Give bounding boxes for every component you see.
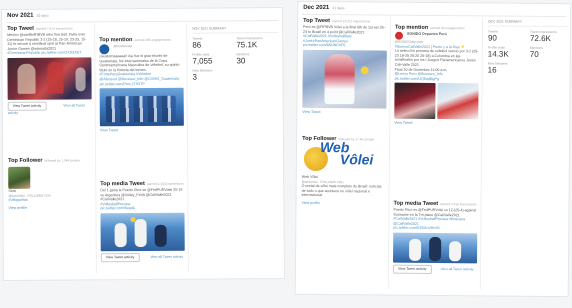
month-title: Dec 2021 [303, 4, 330, 12]
mention-link[interactable]: pic.twitter.com/UQ5qdj6gPg [395, 76, 479, 81]
stat-profile-visits: Profile visits 7,055 [192, 52, 213, 66]
mention-link[interactable]: pic.twitter.com/PcoL2TS3TP [100, 81, 184, 86]
top-follower-card: Top Follower followed by 1,044 people Sar… [8, 157, 92, 210]
mention-photo[interactable] [394, 83, 436, 120]
mention-avatar[interactable] [99, 44, 110, 55]
stat-mentions: Mentions 70 [529, 45, 543, 59]
stat-new-followers: New followers 3 [192, 68, 213, 82]
top-mention-card: Top mention earned 45 engagements SONIDO … [394, 25, 479, 127]
media-photo[interactable] [393, 232, 478, 264]
stat-mentions: Mentions 30 [236, 52, 250, 66]
mention-text: La selección peruana de voleibol venció … [394, 48, 479, 67]
summary-panel: NOV 2021 SUMMARY Tweets 86 Tweet impressi… [192, 26, 279, 87]
month-header: Dec 2021 31 days [303, 5, 344, 11]
stat-impressions: Tweet impressions 75.1K [236, 36, 263, 50]
top-tweet-link[interactable]: pic.twitter.com/8SUNDVF5 [303, 43, 387, 48]
view-tweet-link[interactable]: View Tweet [394, 121, 478, 126]
column-divider [94, 23, 97, 274]
mention-avatar[interactable] [394, 31, 404, 40]
mention-text: ¡Guatemaaaaaa!! Así fue el gran triunfo … [99, 53, 180, 73]
mention-handle: @Guatemala [113, 44, 133, 49]
column-divider [186, 22, 189, 273]
top-tweet-text: Mexico @wtolfedFIBVB wins fine ball. Inv… [7, 32, 87, 51]
summary-panel: DEC 2021 SUMMARY Tweets 90 Tweet impressi… [488, 19, 569, 80]
logo-word-volei: Vôlei [339, 151, 374, 168]
top-tweet-photo[interactable] [7, 57, 92, 100]
media-text: Del 1 gana la Puerto Rico se @FedPURVole… [100, 187, 183, 202]
tweet-activity-button[interactable]: View Tweet activity [392, 264, 432, 274]
follower-avatar[interactable] [8, 166, 31, 189]
stat-new-followers: New followers 16 [487, 61, 508, 75]
column-divider [387, 16, 392, 289]
top-follower-card: Top Follower followed by 17.4K people Web… [302, 136, 387, 206]
summary-header: DEC 2021 SUMMARY [488, 19, 569, 28]
media-link[interactable]: pic.twitter.com/EZ6GnVRmSi [393, 226, 477, 231]
media-link[interactable]: pic.twitter.com/l5eqAk [100, 206, 184, 211]
logo-word-web: Web [319, 139, 350, 156]
top-tweet-link[interactable]: #DominicanRepublic pic.twitter.com/2X3GX… [7, 51, 91, 56]
column-divider [479, 17, 484, 290]
tweet-activity-button[interactable]: View Tweet activity [7, 101, 47, 111]
mention-name[interactable]: SONIDO Deportes Perú [407, 32, 447, 36]
view-profile-link[interactable]: View profile [302, 201, 386, 206]
mention-photo[interactable] [99, 87, 184, 127]
month-title: Nov 2021 [7, 12, 34, 19]
header-divider [6, 20, 279, 23]
top-media-card: Top media Tweet earned 2,163 impressions … [100, 181, 185, 262]
nov-2021-report: Nov 2021 30 days Top Tweet earned 7,614 im… [1, 7, 285, 281]
dec-2021-report: Dec 2021 31 days Top Tweet earned 13,311 i… [294, 0, 572, 298]
top-tweet-photo[interactable] [302, 49, 387, 109]
view-all-activity-link[interactable]: View all Tweet activity [440, 267, 473, 271]
month-days: 31 days [332, 6, 345, 11]
month-header: Nov 2021 30 days [7, 13, 49, 19]
top-tweet-card: Top Tweet earned 7,614 impressions Mexico… [7, 25, 92, 115]
tweet-activity-button[interactable]: View Tweet activity [100, 252, 140, 262]
top-media-card: Top media Tweet earned 2,416 impressions … [392, 201, 478, 274]
top-tweet-card: Top Tweet earned 13,311 impressions Perú … [302, 18, 387, 115]
top-mention-card: Top mention earned 185 engagements @Guate… [99, 37, 184, 133]
view-profile-link[interactable]: View profile [8, 205, 92, 210]
stat-tweets: Tweets 90 [487, 29, 499, 43]
follower-bio: O portal de vôlei mais completo do Brasi… [301, 184, 382, 198]
top-follower-title: Top Follower followed by 1,044 people [8, 157, 80, 164]
stat-profile-visits: Profile visits 14.3K [487, 45, 509, 59]
header-divider [302, 13, 567, 18]
media-photo[interactable] [100, 212, 185, 252]
view-tweet-link[interactable]: View Tweet [100, 128, 184, 133]
view-tweet-link[interactable]: View Tweet [302, 110, 386, 115]
view-all-activity-link[interactable]: View all Tweet activity [150, 255, 183, 259]
stat-impressions: Tweet impressions 72.6K [529, 29, 557, 44]
webvolei-logo[interactable]: Web Vôlei [302, 139, 386, 176]
stat-tweets: Tweets 86 [192, 36, 203, 50]
mention-photo[interactable] [437, 83, 479, 120]
follower-tag[interactable]: #Valsguelas [8, 198, 92, 203]
top-mention-title: Top mention earned 185 engagements [99, 37, 171, 44]
mention-photos [394, 83, 479, 120]
summary-header: NOV 2021 SUMMARY [192, 26, 279, 34]
month-days: 30 days [36, 13, 49, 18]
